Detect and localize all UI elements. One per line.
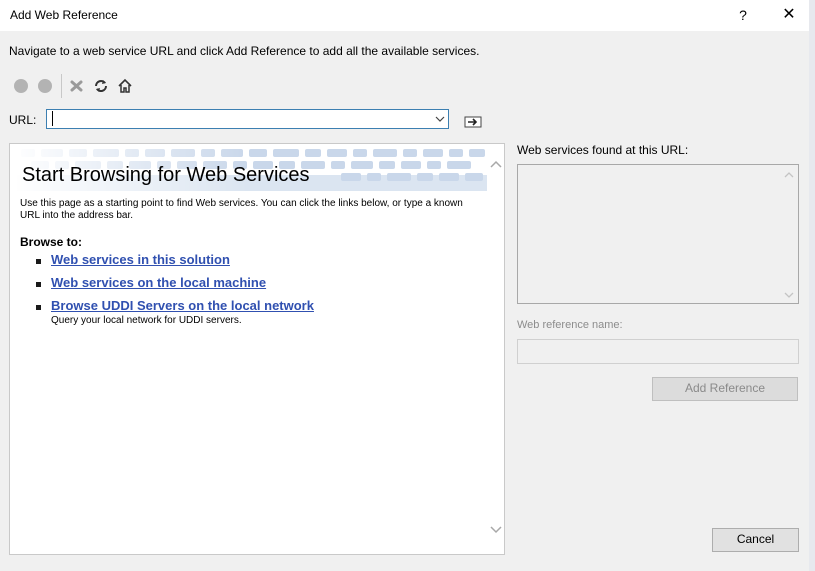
web-reference-name-label: Web reference name: xyxy=(517,319,623,331)
home-icon[interactable] xyxy=(117,78,133,94)
scroll-down-icon[interactable] xyxy=(487,524,504,538)
bullet xyxy=(36,282,41,287)
browser-scrollbar[interactable] xyxy=(487,144,504,554)
text-caret xyxy=(52,111,53,126)
go-arrow-icon[interactable] xyxy=(464,115,482,129)
banner-title: Start Browsing for Web Services xyxy=(22,164,310,186)
services-list[interactable] xyxy=(517,164,799,304)
back-icon[interactable] xyxy=(14,79,28,93)
help-button[interactable]: ? xyxy=(731,4,755,26)
forward-icon[interactable] xyxy=(38,79,52,93)
url-label: URL: xyxy=(9,113,37,127)
title-bar xyxy=(0,0,809,31)
url-combobox[interactable] xyxy=(46,109,449,129)
stop-icon[interactable] xyxy=(69,78,85,94)
link-uddi-servers[interactable]: Browse UDDI Servers on the local network xyxy=(51,298,314,313)
add-reference-button[interactable]: Add Reference xyxy=(652,377,798,401)
refresh-icon[interactable] xyxy=(93,78,109,94)
services-found-label: Web services found at this URL: xyxy=(517,143,689,157)
web-reference-name-input[interactable] xyxy=(517,339,799,364)
link-local-machine-services[interactable]: Web services on the local machine xyxy=(51,275,266,290)
cancel-button[interactable]: Cancel xyxy=(712,528,799,552)
toolbar-separator xyxy=(61,74,62,98)
link-solution-services[interactable]: Web services in this solution xyxy=(51,252,230,267)
uddi-description: Query your local network for UDDI server… xyxy=(51,315,242,326)
instruction-text: Navigate to a web service URL and click … xyxy=(9,44,480,58)
browser-description: Use this page as a starting point to fin… xyxy=(20,198,463,221)
close-button[interactable]: ✕ xyxy=(774,4,804,26)
bullet xyxy=(36,305,41,310)
chevron-down-icon[interactable] xyxy=(434,110,446,128)
background-strip xyxy=(809,0,815,571)
scroll-up-icon xyxy=(784,172,794,178)
scroll-up-icon[interactable] xyxy=(487,158,504,172)
browser-pane[interactable]: Start Browsing for Web Services Use this… xyxy=(9,143,505,555)
browse-heading: Browse to: xyxy=(20,235,83,249)
window-title: Add Web Reference xyxy=(10,8,118,22)
banner: Start Browsing for Web Services xyxy=(11,145,487,191)
scroll-down-icon xyxy=(784,292,794,298)
bullet xyxy=(36,259,41,264)
